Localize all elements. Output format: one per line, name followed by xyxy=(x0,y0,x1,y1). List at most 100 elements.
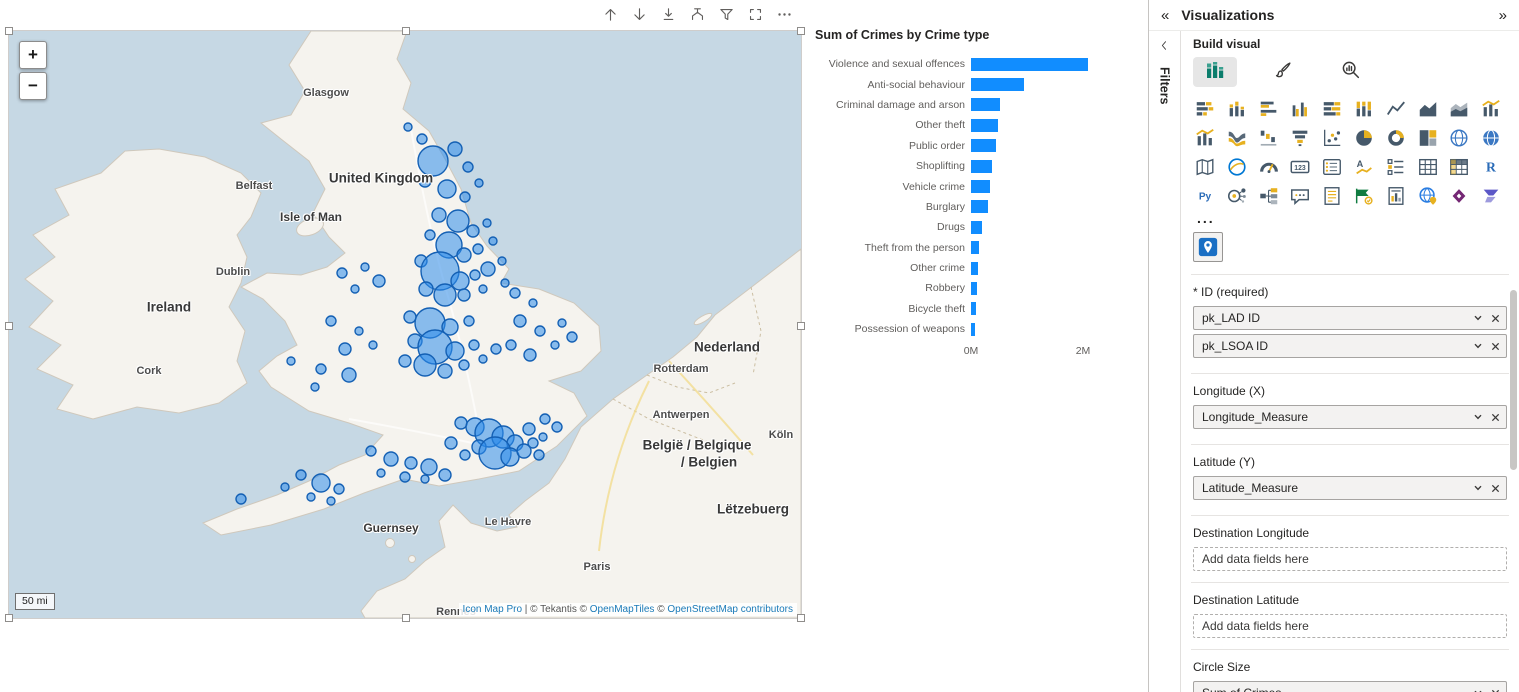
crime-bubble[interactable] xyxy=(528,438,538,448)
remove-field-icon[interactable] xyxy=(1491,484,1500,493)
go-to-next-level-icon[interactable] xyxy=(658,4,678,24)
viz-card[interactable]: 123 xyxy=(1286,155,1314,179)
crime-bubble[interactable] xyxy=(524,349,536,361)
crime-bubble[interactable] xyxy=(469,340,479,350)
viz-donut-chart[interactable] xyxy=(1382,126,1410,150)
viz-pie-chart[interactable] xyxy=(1350,126,1378,150)
crime-bubble[interactable] xyxy=(307,493,315,501)
viz-kpi[interactable]: A xyxy=(1350,155,1378,179)
crime-bubble[interactable] xyxy=(464,316,474,326)
crime-bubble[interactable] xyxy=(523,423,535,435)
viz-area-chart[interactable] xyxy=(1414,97,1442,121)
resize-handle-s[interactable] xyxy=(402,614,410,622)
expand-filters-icon[interactable] xyxy=(1158,39,1171,57)
viz-decomposition-tree[interactable] xyxy=(1255,184,1283,208)
icon-map-pro-visual[interactable]: GlasgowUnited KingdomBelfastIsle of ManD… xyxy=(8,30,802,619)
expand-pane-icon[interactable]: » xyxy=(1499,8,1507,23)
crime-bubble[interactable] xyxy=(445,437,457,449)
crime-bubble[interactable] xyxy=(425,230,435,240)
viz-100-stacked-column-chart[interactable] xyxy=(1350,97,1378,121)
crime-bubble[interactable] xyxy=(467,225,479,237)
crime-bubble[interactable] xyxy=(404,311,416,323)
chart-bar-drugs[interactable] xyxy=(971,221,982,234)
viz-line-and-clustered-column-chart[interactable] xyxy=(1191,126,1219,150)
crime-bubble[interactable] xyxy=(355,327,363,335)
filter-icon[interactable] xyxy=(716,4,736,24)
crime-bubble[interactable] xyxy=(491,344,501,354)
crime-bubble[interactable] xyxy=(460,450,470,460)
chevron-down-icon[interactable] xyxy=(1473,412,1483,422)
viz-clustered-column-chart[interactable] xyxy=(1286,97,1314,121)
viz-matrix[interactable] xyxy=(1445,155,1473,179)
crime-bubble[interactable] xyxy=(417,134,427,144)
crime-bubble[interactable] xyxy=(446,342,464,360)
bar-chart-visual[interactable]: Sum of Crimes by Crime type Violence and… xyxy=(813,28,1109,388)
viz-line-and-stacked-column-chart[interactable] xyxy=(1477,97,1505,121)
crime-bubble[interactable] xyxy=(439,469,451,481)
crime-bubble[interactable] xyxy=(457,248,471,262)
resize-handle-sw[interactable] xyxy=(5,614,13,622)
crime-bubble[interactable] xyxy=(405,457,417,469)
crime-bubble[interactable] xyxy=(337,268,347,278)
resize-handle-w[interactable] xyxy=(5,322,13,330)
resize-handle-nw[interactable] xyxy=(5,27,13,35)
viz-waterfall-chart[interactable] xyxy=(1255,126,1283,150)
remove-field-icon[interactable] xyxy=(1491,413,1500,422)
focus-mode-icon[interactable] xyxy=(745,4,765,24)
crime-bubble[interactable] xyxy=(539,433,547,441)
viz-treemap[interactable] xyxy=(1414,126,1442,150)
viz-smart-narrative[interactable] xyxy=(1318,184,1346,208)
empty-field-well[interactable]: Add data fields here xyxy=(1193,614,1507,638)
crime-bubble[interactable] xyxy=(342,368,356,382)
remove-field-icon[interactable] xyxy=(1491,689,1500,692)
crime-bubble[interactable] xyxy=(399,355,411,367)
crime-bubble[interactable] xyxy=(483,219,491,227)
crime-bubble[interactable] xyxy=(421,459,437,475)
crime-bubble[interactable] xyxy=(369,341,377,349)
viz-power-automate[interactable] xyxy=(1477,184,1505,208)
crime-bubble[interactable] xyxy=(287,357,295,365)
crime-bubble[interactable] xyxy=(479,355,487,363)
viz-shape-map[interactable] xyxy=(1191,155,1219,179)
crime-bubble[interactable] xyxy=(366,446,376,456)
viz-icon-map-pro[interactable] xyxy=(1193,232,1223,262)
tab-analytics[interactable] xyxy=(1329,57,1373,87)
attribution-link[interactable]: Icon Map Pro xyxy=(463,604,522,615)
crime-bubble[interactable] xyxy=(312,474,330,492)
crime-bubble[interactable] xyxy=(339,343,351,355)
pane-scrollbar-thumb[interactable] xyxy=(1510,290,1517,470)
empty-field-well[interactable]: Add data fields here xyxy=(1193,547,1507,571)
crime-bubble[interactable] xyxy=(498,257,506,265)
crime-bubble[interactable] xyxy=(438,364,452,378)
field-pill-longitude-measure[interactable]: Longitude_Measure xyxy=(1193,405,1507,429)
crime-bubble[interactable] xyxy=(377,469,385,477)
resize-handle-n[interactable] xyxy=(402,27,410,35)
chart-bar-bicycle-theft[interactable] xyxy=(971,302,976,315)
crime-bubble[interactable] xyxy=(551,341,559,349)
crime-bubble[interactable] xyxy=(400,472,410,482)
chart-bar-anti-social-behaviour[interactable] xyxy=(971,78,1024,91)
crime-bubble[interactable] xyxy=(558,319,566,327)
crime-bubble[interactable] xyxy=(384,452,398,466)
crime-bubble[interactable] xyxy=(506,340,516,350)
crime-bubble[interactable] xyxy=(567,332,577,342)
crime-bubble[interactable] xyxy=(514,315,526,327)
crime-bubble[interactable] xyxy=(448,142,462,156)
crime-bubble[interactable] xyxy=(334,484,344,494)
viz-azure-map[interactable] xyxy=(1223,155,1251,179)
crime-bubble[interactable] xyxy=(373,275,385,287)
crime-bubble[interactable] xyxy=(421,475,429,483)
crime-bubble[interactable] xyxy=(552,422,562,432)
viz-slicer[interactable] xyxy=(1382,155,1410,179)
crime-bubble[interactable] xyxy=(434,284,456,306)
crime-bubble[interactable] xyxy=(432,208,446,222)
attribution-link[interactable]: OpenStreetMap contributors xyxy=(667,604,793,615)
resize-handle-e[interactable] xyxy=(797,322,805,330)
drill-down-icon[interactable] xyxy=(629,4,649,24)
viz-stacked-column-chart[interactable] xyxy=(1223,97,1251,121)
remove-field-icon[interactable] xyxy=(1491,314,1500,323)
more-visuals-button[interactable]: ... xyxy=(1197,210,1509,226)
crime-bubble[interactable] xyxy=(470,270,480,280)
crime-bubble[interactable] xyxy=(447,210,469,232)
viz-multi-row-card[interactable] xyxy=(1318,155,1346,179)
